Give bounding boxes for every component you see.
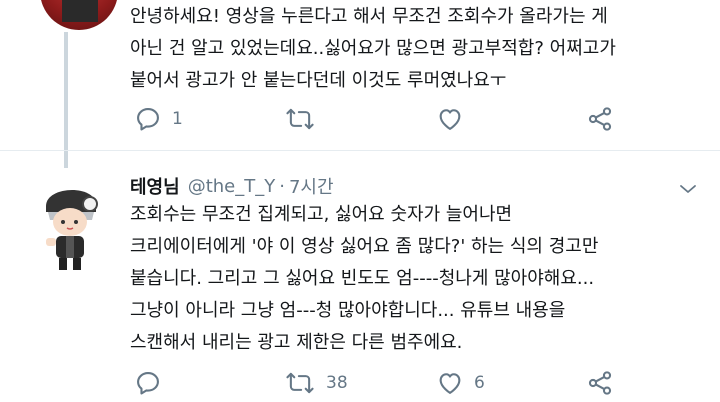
tweet-text: 조회수는 무조건 집계되고, 싫어요 숫자가 늘어나면 크리에이터에게 '야 이…	[130, 199, 598, 359]
user-handle[interactable]: @the_T_Y	[188, 176, 276, 197]
display-name[interactable]: 테영님	[130, 173, 180, 199]
retweet-icon	[284, 369, 316, 397]
share-button[interactable]	[586, 368, 614, 398]
retweet-button[interactable]: 38	[284, 368, 348, 398]
tweet-text-line: 아닌 건 알고 있었는데요..싫어요가 많으면 광고부적합? 어쩌고가	[130, 38, 616, 59]
reply-icon	[134, 369, 162, 397]
tweet-text-line: 붙어서 광고가 안 붙는다던데 이것도 루머였나요ㅜ	[130, 70, 507, 91]
retweet-icon	[284, 105, 316, 133]
tweet-text-line: 조회수는 무조건 집계되고, 싫어요 숫자가 늘어나면	[130, 204, 513, 225]
share-icon	[586, 369, 614, 397]
like-button[interactable]	[436, 104, 474, 134]
tweet-text: 안녕하세요! 영상을 누른다고 해서 무조건 조회수가 올라가는 게 아닌 건 …	[130, 1, 616, 97]
avatar[interactable]	[40, 0, 118, 30]
like-icon	[436, 105, 464, 133]
retweet-count: 38	[326, 373, 348, 393]
timestamp[interactable]: 7시간	[289, 173, 334, 199]
reply-count: 1	[172, 109, 183, 129]
tweet-text-line: 그냥이 아니라 그냥 엄---청 많아야합니다... 유튜브 내용을	[130, 300, 566, 321]
like-button[interactable]: 6	[436, 368, 485, 398]
share-icon	[586, 105, 614, 133]
tweet-header: 테영님 @the_T_Y · 7시간	[130, 170, 334, 202]
like-count: 6	[474, 373, 485, 393]
reply-icon	[134, 105, 162, 133]
tweet-divider	[0, 150, 720, 151]
share-button[interactable]	[586, 104, 614, 134]
retweet-button[interactable]	[284, 104, 326, 134]
separator: ·	[279, 175, 285, 197]
tweet-text-line: 붙습니다. 그리고 그 싫어요 빈도도 엄----청나게 많아야해요...	[130, 268, 595, 289]
avatar[interactable]	[38, 176, 102, 272]
tweet-text-line: 안녕하세요! 영상을 누른다고 해서 무조건 조회수가 올라가는 게	[130, 6, 608, 27]
reply-button[interactable]	[134, 368, 172, 398]
tweet-text-line: 스캔해서 내리는 광고 제한은 다른 범주에요.	[130, 332, 463, 353]
tweet-text-line: 크리에이터에게 '야 이 영상 싫어요 좀 많다?' 하는 식의 경고만	[130, 236, 599, 257]
like-icon	[436, 369, 464, 397]
thread-connector	[64, 32, 68, 168]
reply-button[interactable]: 1	[134, 104, 183, 134]
chevron-down-icon[interactable]	[678, 181, 698, 200]
